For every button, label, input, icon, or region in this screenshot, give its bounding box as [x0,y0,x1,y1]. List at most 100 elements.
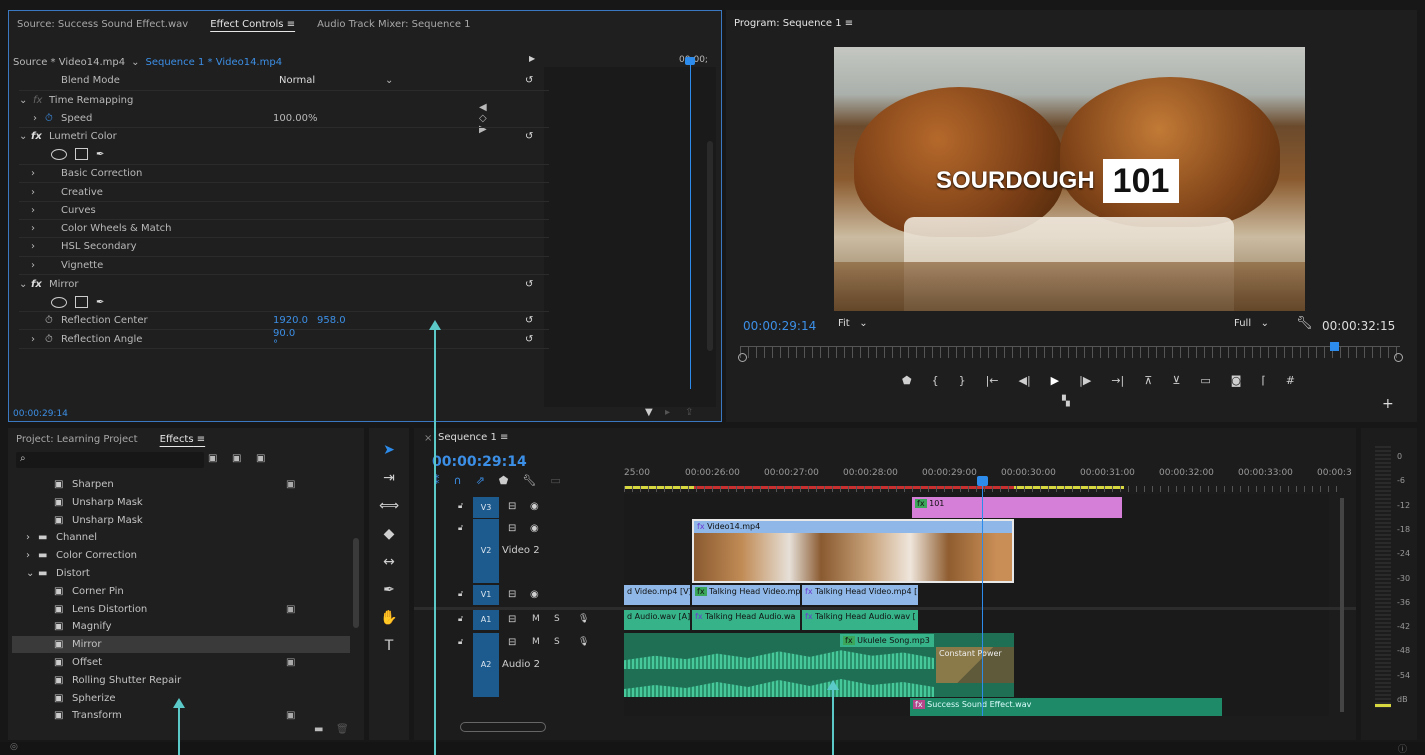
lock-icon[interactable]: 🔓︎ [458,523,463,533]
clip-talking-head-video-a[interactable]: d Video.mp4 [V] [624,585,690,605]
zoom-handle-left[interactable] [738,353,747,362]
solo-button[interactable]: S [554,637,560,647]
new-bin-icon[interactable]: ▬ [314,724,323,735]
effect-item[interactable]: ▣ Corner Pin [12,583,350,600]
tab-audio-track-mixer[interactable]: Audio Track Mixer: Sequence 1 [317,19,470,30]
ellipse-mask-icon[interactable] [51,296,67,308]
chevron-down-icon[interactable]: ⌄ [26,568,34,579]
program-scrubber[interactable] [740,346,1400,358]
clip-talking-head-audio-a[interactable]: d Audio.wav [A] [624,610,690,630]
timeline-playhead[interactable] [982,476,983,716]
chevron-right-icon[interactable]: › [31,241,35,252]
effect-folder[interactable]: › ▬ Channel [12,529,350,546]
track-target-v3[interactable]: V3 [473,497,499,518]
slip-tool-icon[interactable]: ↔ [383,554,395,570]
track-name[interactable]: Video 2 [502,545,540,556]
timeline-timecode[interactable]: 00:00:29:14 [432,454,527,470]
lock-icon[interactable]: 🔓︎ [458,501,463,511]
program-video-frame[interactable]: SOURDOUGH 101 [834,47,1305,311]
toggle-sync-lock-icon[interactable]: ⊟ [508,614,516,625]
chevron-right-icon[interactable]: › [31,260,35,271]
rectangle-mask-icon[interactable] [75,296,88,308]
comparison-view-icon[interactable]: ▚ [1062,396,1070,407]
scrollbar[interactable] [707,141,713,351]
clip-success-sound-effect[interactable]: fx Success Sound Effect.wav [910,698,1222,716]
track-target-a1[interactable]: A1 [473,610,499,630]
sync-icon[interactable]: ◎ [10,742,18,752]
chevron-right-icon[interactable]: › [31,334,35,345]
clip-talking-head-audio-b[interactable]: fx Talking Head Audio.wa [692,610,800,630]
add-marker-icon[interactable]: ⬟ [499,474,509,487]
effect-folder[interactable]: ⌄ ▬ Distort [12,565,350,582]
chevron-right-icon[interactable]: › [26,532,30,543]
mini-playhead-handle[interactable] [685,57,695,65]
mini-playhead[interactable] [690,57,691,389]
reflection-center-x[interactable]: 1920.0 [273,315,308,326]
clip-101[interactable]: fx 101 [912,497,1122,518]
chevron-down-icon[interactable]: ⌄ [131,57,139,68]
pen-tool-icon[interactable]: ✒ [383,582,395,598]
multi-camera-icon[interactable]: # [1286,374,1295,387]
filter-icon[interactable]: ▼ [645,407,653,418]
chevron-right-icon[interactable]: › [31,168,35,179]
quality-dropdown[interactable]: Full ⌄ [1234,318,1269,329]
keyframe-nav-icon[interactable]: ◀ ◇ ▶ [479,102,487,135]
effect-item[interactable]: ▣ Lens Distortion ▣ [12,601,350,618]
effect-item[interactable]: ▣ Offset ▣ [12,654,350,671]
toggle-sync-lock-icon[interactable]: ⊟ [508,589,516,600]
extract-icon[interactable]: ⊻ [1172,374,1180,387]
reset-icon[interactable]: ↺ [525,334,533,345]
tab-source[interactable]: Source: Success Sound Effect.wav [17,19,188,30]
wrench-icon[interactable]: 🔧︎ [1296,316,1313,331]
blend-mode-dropdown[interactable]: Normal [279,75,315,86]
track-target-v2[interactable]: V2 [473,519,499,583]
toggle-sync-lock-icon[interactable]: ⊟ [508,523,516,534]
yuv-effects-icon[interactable]: ▣ [256,453,265,464]
tab-effect-controls[interactable]: Effect Controls ≡ [210,19,295,30]
snap-icon[interactable]: ∩ [454,474,462,487]
add-button-icon[interactable]: + [1382,396,1394,412]
tab-effects[interactable]: Effects ≡ [160,434,206,445]
go-to-out-icon[interactable]: →| [1111,374,1124,387]
transition-constant-power[interactable]: Constant Power [936,647,1014,683]
play-triangle-icon[interactable]: ▶ [529,54,535,63]
chevron-right-icon[interactable]: › [26,550,30,561]
eye-icon[interactable]: ◉ [530,501,539,512]
horizontal-zoom-bar[interactable] [460,722,546,732]
solo-button[interactable]: S [554,614,560,624]
stopwatch-icon[interactable]: ⏱ [45,334,53,345]
type-tool-icon[interactable]: T [385,638,394,654]
info-icon[interactable]: ⓘ [1398,742,1407,755]
program-playhead[interactable] [1330,342,1339,351]
effect-folder[interactable]: › ▬ Color Correction [12,547,350,564]
chevron-down-icon[interactable]: ⌄ [19,95,27,106]
selection-tool-icon[interactable]: ➤ [383,442,395,458]
clip-video14[interactable]: fx Video14.mp4 [692,519,1014,583]
clip-talking-head-audio-c[interactable]: fx Talking Head Audio.wav [ [802,610,918,630]
track-target-v1[interactable]: V1 [473,585,499,605]
program-current-timecode[interactable]: 00:00:29:14 [743,319,816,333]
safe-margins-icon[interactable]: ▭ [1200,374,1210,387]
track-select-tool-icon[interactable]: ⇥ [383,470,395,486]
reflection-angle-value[interactable]: 90.0 ° [273,328,295,350]
timeline-playhead-handle[interactable] [977,476,988,486]
reset-icon[interactable]: ↺ [525,131,533,142]
chevron-right-icon[interactable]: › [31,205,35,216]
effect-item[interactable]: ▣ Magnify [12,618,350,635]
linked-selection-icon[interactable]: ⇗ [476,474,485,487]
ripple-edit-tool-icon[interactable]: ⟺ [379,498,399,514]
track-target-a2[interactable]: A2 [473,633,499,697]
mark-out-icon[interactable]: } [959,374,966,387]
wrench-icon[interactable]: 🔧︎ [522,474,536,487]
close-icon[interactable]: × [424,433,432,444]
mute-button[interactable]: M [532,614,540,624]
reset-icon[interactable]: ↺ [525,279,533,290]
timeline-scrollbar[interactable] [1340,498,1344,712]
hand-tool-icon[interactable]: ✋ [380,610,397,626]
effect-item[interactable]: ▣ Transform ▣ [12,707,350,724]
chevron-down-icon[interactable]: ⌄ [19,279,27,290]
eye-icon[interactable]: ◉ [530,523,539,534]
microphone-icon[interactable]: 🎙︎ [578,637,589,647]
play-icon[interactable]: ▶ [1051,374,1059,387]
export-icon[interactable]: ⇪ [685,407,693,418]
